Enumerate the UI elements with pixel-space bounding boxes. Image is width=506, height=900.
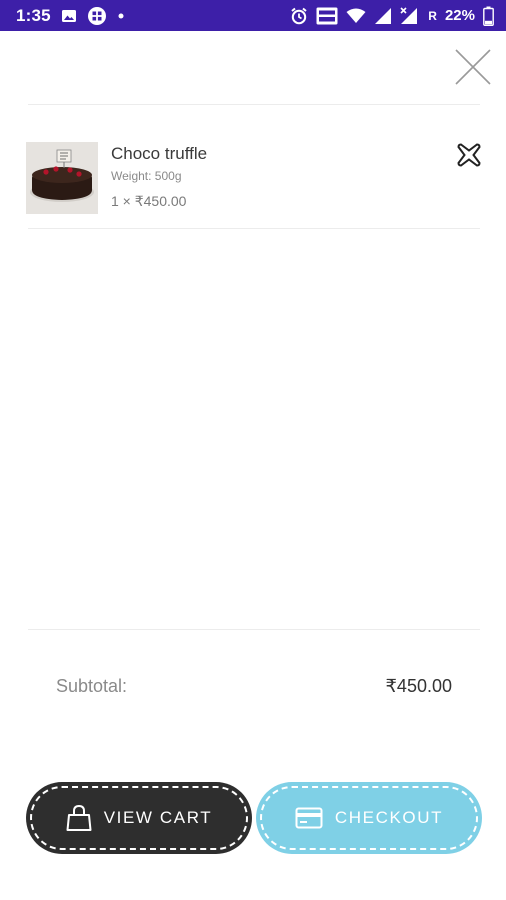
remove-item-button[interactable] (456, 142, 482, 168)
subtotal-label: Subtotal: (56, 676, 128, 696)
subtotal-value: ₹450.00 (385, 676, 452, 696)
battery-icon (483, 6, 494, 26)
wifi-icon (346, 8, 366, 24)
shopping-bag-icon (66, 804, 92, 831)
dot-icon (117, 12, 125, 20)
cart-item: Choco truffle Weight: 500g 1 × ₹450.00 (26, 142, 486, 218)
checkout-button[interactable]: CHECKOUT (256, 782, 482, 854)
credit-card-icon (295, 807, 323, 829)
image-icon (61, 8, 77, 24)
status-time: 1:35 (16, 5, 51, 25)
view-cart-label: VIEW CART (103, 808, 213, 827)
view-cart-button[interactable]: VIEW CART (26, 782, 252, 854)
alarm-icon (290, 7, 308, 25)
item-title[interactable]: Choco truffle (111, 144, 207, 164)
signal-icon (374, 7, 392, 25)
roaming-indicator: R (428, 8, 437, 23)
item-quantity-price: 1 × ₹450.00 (111, 193, 187, 209)
item-info: Choco truffle Weight: 500g 1 × ₹450.00 (111, 142, 207, 210)
item-divider (28, 228, 480, 229)
close-button[interactable] (454, 48, 492, 86)
close-icon (455, 49, 491, 85)
checkout-label: CHECKOUT (334, 808, 444, 827)
volte-icon (316, 7, 338, 25)
status-bar: 1:35 R 22% (0, 0, 506, 31)
top-divider (28, 104, 480, 105)
signal-x-icon (400, 6, 420, 25)
product-thumbnail[interactable] (26, 142, 98, 214)
battery-percent: 22% (444, 7, 475, 24)
item-weight: Weight: 500g (111, 169, 182, 183)
grid-app-icon (87, 6, 107, 26)
subtotal-row: Subtotal: ₹450.00 (56, 676, 452, 697)
summary-divider (28, 629, 480, 630)
remove-icon (457, 143, 481, 167)
